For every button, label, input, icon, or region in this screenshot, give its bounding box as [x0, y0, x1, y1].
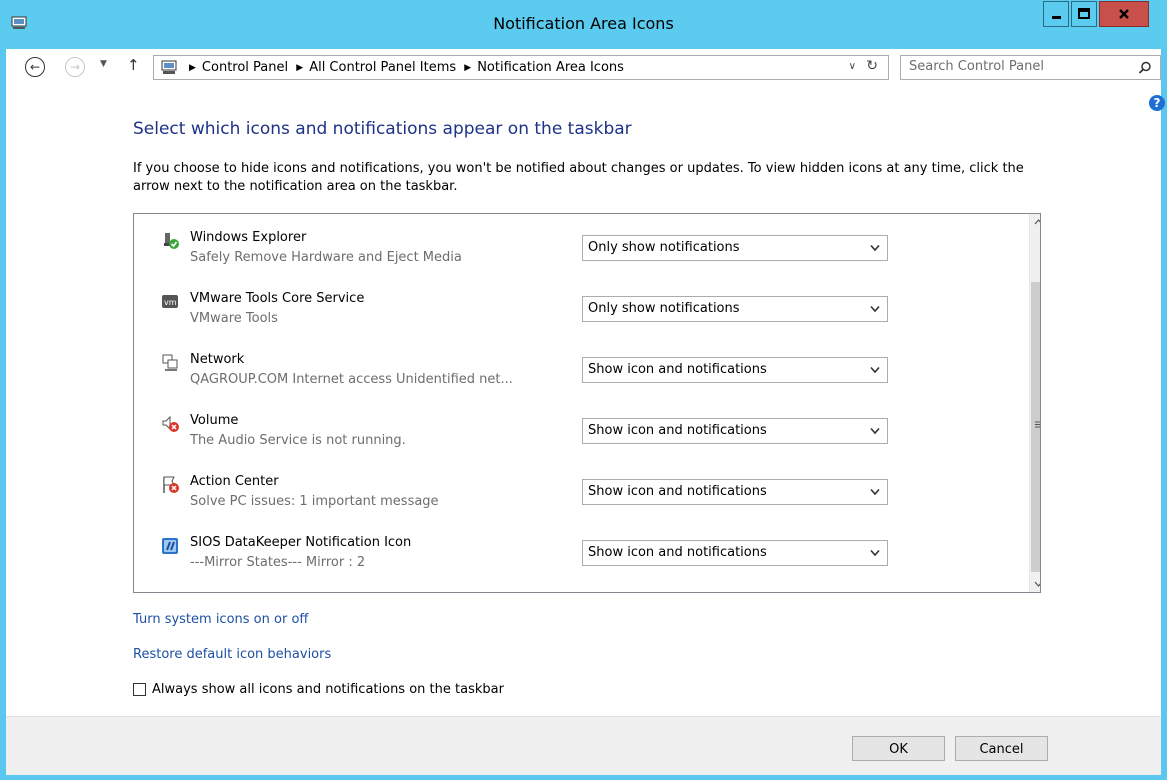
item-name: Volume: [190, 413, 239, 428]
close-button[interactable]: [1099, 1, 1149, 27]
scroll-thumb[interactable]: [1031, 282, 1040, 572]
page-description: If you choose to hide icons and notifica…: [133, 161, 1024, 194]
maximize-icon: [1078, 8, 1090, 19]
forward-button[interactable]: →: [65, 57, 85, 77]
chevron-down-icon: [870, 549, 880, 557]
vertical-scrollbar[interactable]: [1029, 214, 1040, 592]
chevron-down-icon: [870, 488, 880, 496]
address-history-button[interactable]: ∨: [849, 61, 856, 72]
up-arrow-icon: ↑: [127, 56, 140, 74]
back-button[interactable]: ←: [25, 57, 45, 77]
window-title: Notification Area Icons: [493, 14, 674, 33]
address-bar[interactable]: ▶ Control Panel ▶ All Control Panel Items …: [153, 55, 889, 80]
behavior-dropdown[interactable]: Show icon and notifications: [582, 540, 888, 566]
chevron-down-icon: ▼: [100, 59, 107, 69]
forward-arrow-icon: →: [69, 60, 81, 74]
breadcrumb-separator-icon[interactable]: ▶: [464, 63, 471, 73]
grip-icon: [1035, 421, 1040, 428]
breadcrumb-separator-icon: ▶: [189, 63, 196, 73]
item-subtitle: Solve PC issues: 1 important message: [190, 494, 439, 509]
back-arrow-icon: ←: [29, 60, 41, 74]
list-item: SIOS DataKeeper Notification Icon ---Mir…: [134, 533, 1014, 592]
behavior-dropdown[interactable]: Show icon and notifications: [582, 479, 888, 505]
behavior-value: Show icon and notifications: [588, 545, 767, 560]
scroll-up-button[interactable]: [1030, 214, 1040, 231]
chevron-down-icon: [870, 305, 880, 313]
item-name: Windows Explorer: [190, 230, 307, 245]
list-item: Action Center Solve PC issues: 1 importa…: [134, 472, 1014, 533]
behavior-dropdown[interactable]: Only show notifications: [582, 296, 888, 322]
breadcrumb-all-items[interactable]: All Control Panel Items: [309, 60, 456, 75]
help-icon[interactable]: ?: [1149, 95, 1165, 111]
list-item: Volume The Audio Service is not running.…: [134, 411, 1014, 472]
behavior-dropdown[interactable]: Only show notifications: [582, 235, 888, 261]
item-name: SIOS DataKeeper Notification Icon: [190, 535, 412, 550]
breadcrumb-separator-icon[interactable]: ▶: [296, 63, 303, 73]
item-subtitle: QAGROUP.COM Internet access Unidentified…: [190, 372, 513, 387]
always-show-checkbox[interactable]: [133, 683, 146, 696]
chevron-up-icon: [1034, 219, 1040, 225]
chevron-down-icon: [870, 427, 880, 435]
item-name: Action Center: [190, 474, 279, 489]
list-item: Network QAGROUP.COM Internet access Unid…: [134, 350, 1014, 411]
turn-system-icons-link[interactable]: Turn system icons on or off: [133, 612, 308, 627]
behavior-value: Show icon and notifications: [588, 484, 767, 499]
action-center-flag-icon: [161, 475, 179, 493]
item-name: Network: [190, 352, 245, 367]
search-icon[interactable]: [1138, 60, 1152, 79]
recent-locations-button[interactable]: ▼: [100, 59, 107, 69]
behavior-value: Show icon and notifications: [588, 362, 767, 377]
cancel-button[interactable]: Cancel: [955, 736, 1048, 761]
notification-area-icons-window: Notification Area Icons ← → ▼ ↑ ▶ Control…: [0, 0, 1167, 780]
behavior-value: Only show notifications: [588, 301, 740, 316]
behavior-dropdown[interactable]: Show icon and notifications: [582, 357, 888, 383]
item-subtitle: ---Mirror States--- Mirror : 2: [190, 555, 366, 570]
dialog-footer: OK Cancel: [6, 716, 1161, 775]
control-panel-icon: [161, 60, 177, 80]
refresh-button[interactable]: ↻: [866, 58, 878, 74]
behavior-value: Show icon and notifications: [588, 423, 767, 438]
behavior-value: Only show notifications: [588, 240, 740, 255]
list-item: Windows Explorer Safely Remove Hardware …: [134, 228, 1014, 289]
item-name: VMware Tools Core Service: [190, 291, 365, 306]
usb-safe-remove-icon: [161, 231, 179, 249]
chevron-down-icon: [870, 244, 880, 252]
search-box[interactable]: [900, 55, 1161, 80]
breadcrumb-current[interactable]: Notification Area Icons: [477, 60, 624, 75]
refresh-icon: ↻: [866, 58, 878, 74]
datakeeper-icon: [161, 536, 179, 554]
chevron-down-icon: [870, 366, 880, 374]
close-icon: [1119, 9, 1129, 19]
minimize-button[interactable]: [1043, 1, 1069, 27]
restore-defaults-link[interactable]: Restore default icon behaviors: [133, 647, 331, 662]
page-title: Select which icons and notifications app…: [133, 119, 632, 139]
search-input[interactable]: [909, 59, 1129, 74]
vmware-icon: vm: [161, 292, 179, 310]
ok-button[interactable]: OK: [852, 736, 945, 761]
chevron-down-icon: [1034, 581, 1040, 587]
scroll-down-button[interactable]: [1030, 575, 1040, 592]
item-subtitle: Safely Remove Hardware and Eject Media: [190, 250, 462, 265]
network-icon: [161, 353, 179, 371]
item-subtitle: VMware Tools: [190, 311, 278, 326]
volume-error-icon: [161, 414, 179, 432]
behavior-dropdown[interactable]: Show icon and notifications: [582, 418, 888, 444]
up-button[interactable]: ↑: [127, 56, 140, 74]
item-subtitle: The Audio Service is not running.: [190, 433, 406, 448]
breadcrumb-control-panel[interactable]: Control Panel: [202, 60, 288, 75]
always-show-label[interactable]: Always show all icons and notifications …: [152, 682, 504, 697]
chevron-down-icon: ∨: [848, 61, 856, 72]
list-item: vm VMware Tools Core Service VMware Tool…: [134, 289, 1014, 350]
breadcrumb: ▶ Control Panel ▶ All Control Panel Items …: [185, 60, 624, 75]
title-bar[interactable]: Notification Area Icons: [0, 0, 1167, 49]
svg-text:vm: vm: [164, 298, 177, 307]
icon-behaviors-list[interactable]: Windows Explorer Safely Remove Hardware …: [133, 213, 1041, 593]
minimize-icon: [1052, 16, 1061, 19]
maximize-button[interactable]: [1071, 1, 1097, 27]
navigation-bar: ← → ▼ ↑ ▶ Control Panel ▶ All Control Pane…: [6, 49, 1161, 85]
